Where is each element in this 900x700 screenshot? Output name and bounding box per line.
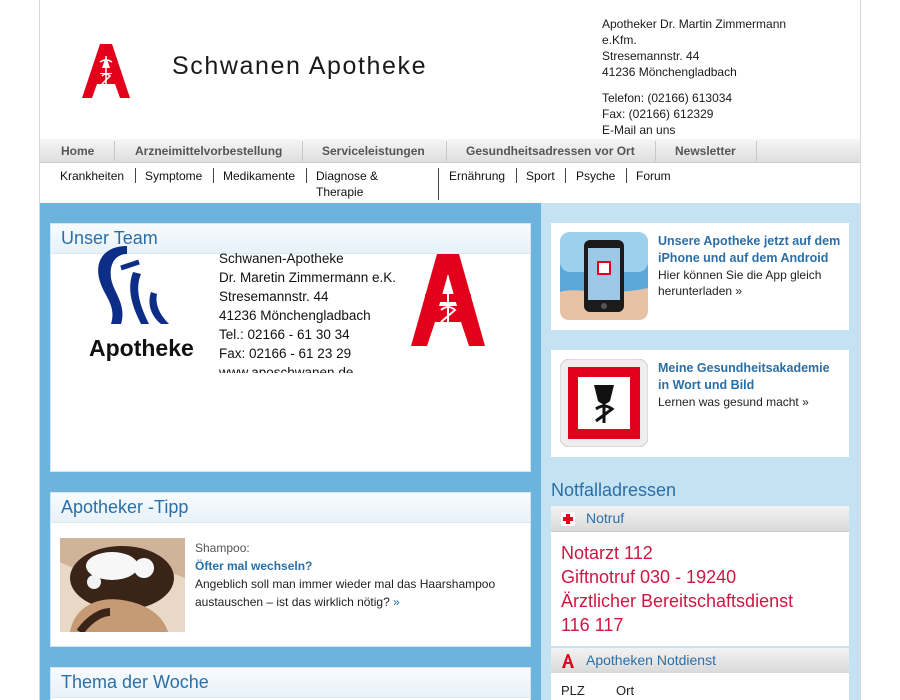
- content-column: Unser Team Apotheke Schwanen-Apotheke Dr…: [40, 203, 541, 700]
- subnav-psyche[interactable]: Psyche: [576, 168, 615, 184]
- site-title: Schwanen Apotheke: [172, 52, 428, 80]
- subnav-ernaehrung[interactable]: Ernährung: [449, 168, 505, 184]
- notruf-line: 116 117: [561, 615, 624, 635]
- notruf-line: Notarzt 112: [561, 543, 653, 563]
- subnav-sport[interactable]: Sport: [526, 168, 555, 184]
- nav-home[interactable]: Home: [61, 139, 94, 163]
- nav-arzneimittelvorbestellung[interactable]: Arzneimittelvorbestellung: [135, 139, 282, 163]
- apotheke-logo-icon[interactable]: [78, 40, 134, 100]
- tipp-heading: Apotheker -Tipp: [61, 497, 189, 517]
- nav-gesundheitsadressen[interactable]: Gesundheitsadressen vor Ort: [466, 139, 635, 163]
- team-card-line: Tel.: 02166 - 61 30 34: [219, 327, 350, 342]
- contact-name: Apotheker Dr. Martin Zimmermann: [602, 17, 787, 31]
- nav-newsletter[interactable]: Newsletter: [675, 139, 736, 163]
- team-card-word: Apotheke: [89, 335, 194, 361]
- notdienst-panel: PLZ Ort: [551, 673, 849, 700]
- notruf-header[interactable]: Notruf: [551, 506, 849, 532]
- team-card-line: 41236 Mönchengladbach: [219, 308, 371, 323]
- shampoo-photo[interactable]: [60, 538, 185, 632]
- contact-email-link[interactable]: E-Mail an uns: [602, 122, 786, 138]
- contact-fax: Fax: (02166) 612329: [602, 107, 714, 121]
- notdienst-label: Apotheken Notdienst: [586, 652, 716, 668]
- contact-city: 41236 Mönchengladbach: [602, 65, 737, 79]
- apotheke-a-small-icon: [562, 654, 574, 668]
- promo-app-text[interactable]: Hier können Sie die App gleich herunterl…: [658, 267, 844, 299]
- col-ort: Ort: [616, 683, 635, 698]
- main-nav: Home Arzneimittelvorbestellung Servicele…: [40, 139, 860, 163]
- tipp-box: Apotheker -Tipp Shampoo: Öfter mal wechs…: [50, 492, 531, 647]
- sub-nav: Krankheiten Symptome Medikamente Diagnos…: [40, 163, 860, 203]
- team-card-line: Stresemannstr. 44: [219, 289, 329, 304]
- contact-legal: e.Kfm.: [602, 33, 637, 47]
- contact-street: Stresemannstr. 44: [602, 49, 700, 63]
- apothecary-snake-icon[interactable]: [560, 359, 648, 447]
- tipp-more-link[interactable]: »: [393, 595, 400, 609]
- thema-box: Thema der Woche: [50, 667, 531, 700]
- team-card-image: Apotheke Schwanen-Apotheke Dr. Maretin Z…: [89, 246, 485, 373]
- nav-serviceleistungen[interactable]: Serviceleistungen: [322, 139, 425, 163]
- promo-app-title[interactable]: Unsere Apotheke jetzt auf dem iPhone und…: [658, 233, 844, 267]
- notruf-line: Ärztlicher Bereitschaftsdienst: [561, 591, 794, 611]
- red-cross-icon: [561, 512, 575, 526]
- thema-heading: Thema der Woche: [61, 672, 209, 692]
- notruf-label: Notruf: [586, 510, 625, 526]
- subnav-krankheiten[interactable]: Krankheiten: [60, 168, 124, 184]
- subnav-forum[interactable]: Forum: [636, 168, 671, 184]
- subnav-medikamente[interactable]: Medikamente: [223, 168, 295, 184]
- apotheke-a-icon: [411, 254, 485, 346]
- promo-akademie[interactable]: Meine Gesundheitsakademie in Wort und Bi…: [551, 350, 849, 457]
- team-card-line: Schwanen-Apotheke: [219, 251, 344, 266]
- tipp-category: Shampoo:: [195, 541, 250, 555]
- team-card-line: www.aposchwanen.de: [218, 365, 353, 373]
- promo-akademie-title[interactable]: Meine Gesundheitsakademie in Wort und Bi…: [658, 360, 844, 394]
- promo-app[interactable]: Unsere Apotheke jetzt auf dem iPhone und…: [551, 223, 849, 330]
- contact-phone: Telefon: (02166) 613034: [602, 91, 733, 105]
- notruf-panel: Notarzt 112 Giftnotruf 030 - 19240 Ärztl…: [551, 532, 849, 646]
- col-plz: PLZ: [561, 683, 585, 698]
- subnav-diagnose-therapie[interactable]: Diagnose & Therapie: [316, 168, 378, 200]
- tipp-teaser: Angeblich soll man immer wieder mal das …: [195, 577, 496, 609]
- promo-akademie-text[interactable]: Lernen was gesund macht »: [658, 394, 844, 410]
- notdienst-header[interactable]: Apotheken Notdienst: [551, 648, 849, 674]
- subnav-symptome[interactable]: Symptome: [145, 168, 202, 184]
- contact-block: Apotheker Dr. Martin Zimmermann e.Kfm. S…: [602, 16, 786, 138]
- page: Schwanen Apotheke Apotheker Dr. Martin Z…: [39, 0, 861, 700]
- smartphone-app-icon[interactable]: [560, 232, 648, 320]
- tipp-title-link[interactable]: Öfter mal wechseln?: [195, 557, 515, 575]
- team-card-line: Fax: 02166 - 61 23 29: [219, 346, 351, 361]
- team-box: Unser Team Apotheke Schwanen-Apotheke Dr…: [50, 223, 531, 472]
- notruf-line: Giftnotruf 030 - 19240: [561, 567, 737, 587]
- notfall-heading: Notfalladressen: [551, 480, 677, 500]
- team-card-line: Dr. Maretin Zimmermann e.K.: [219, 270, 396, 285]
